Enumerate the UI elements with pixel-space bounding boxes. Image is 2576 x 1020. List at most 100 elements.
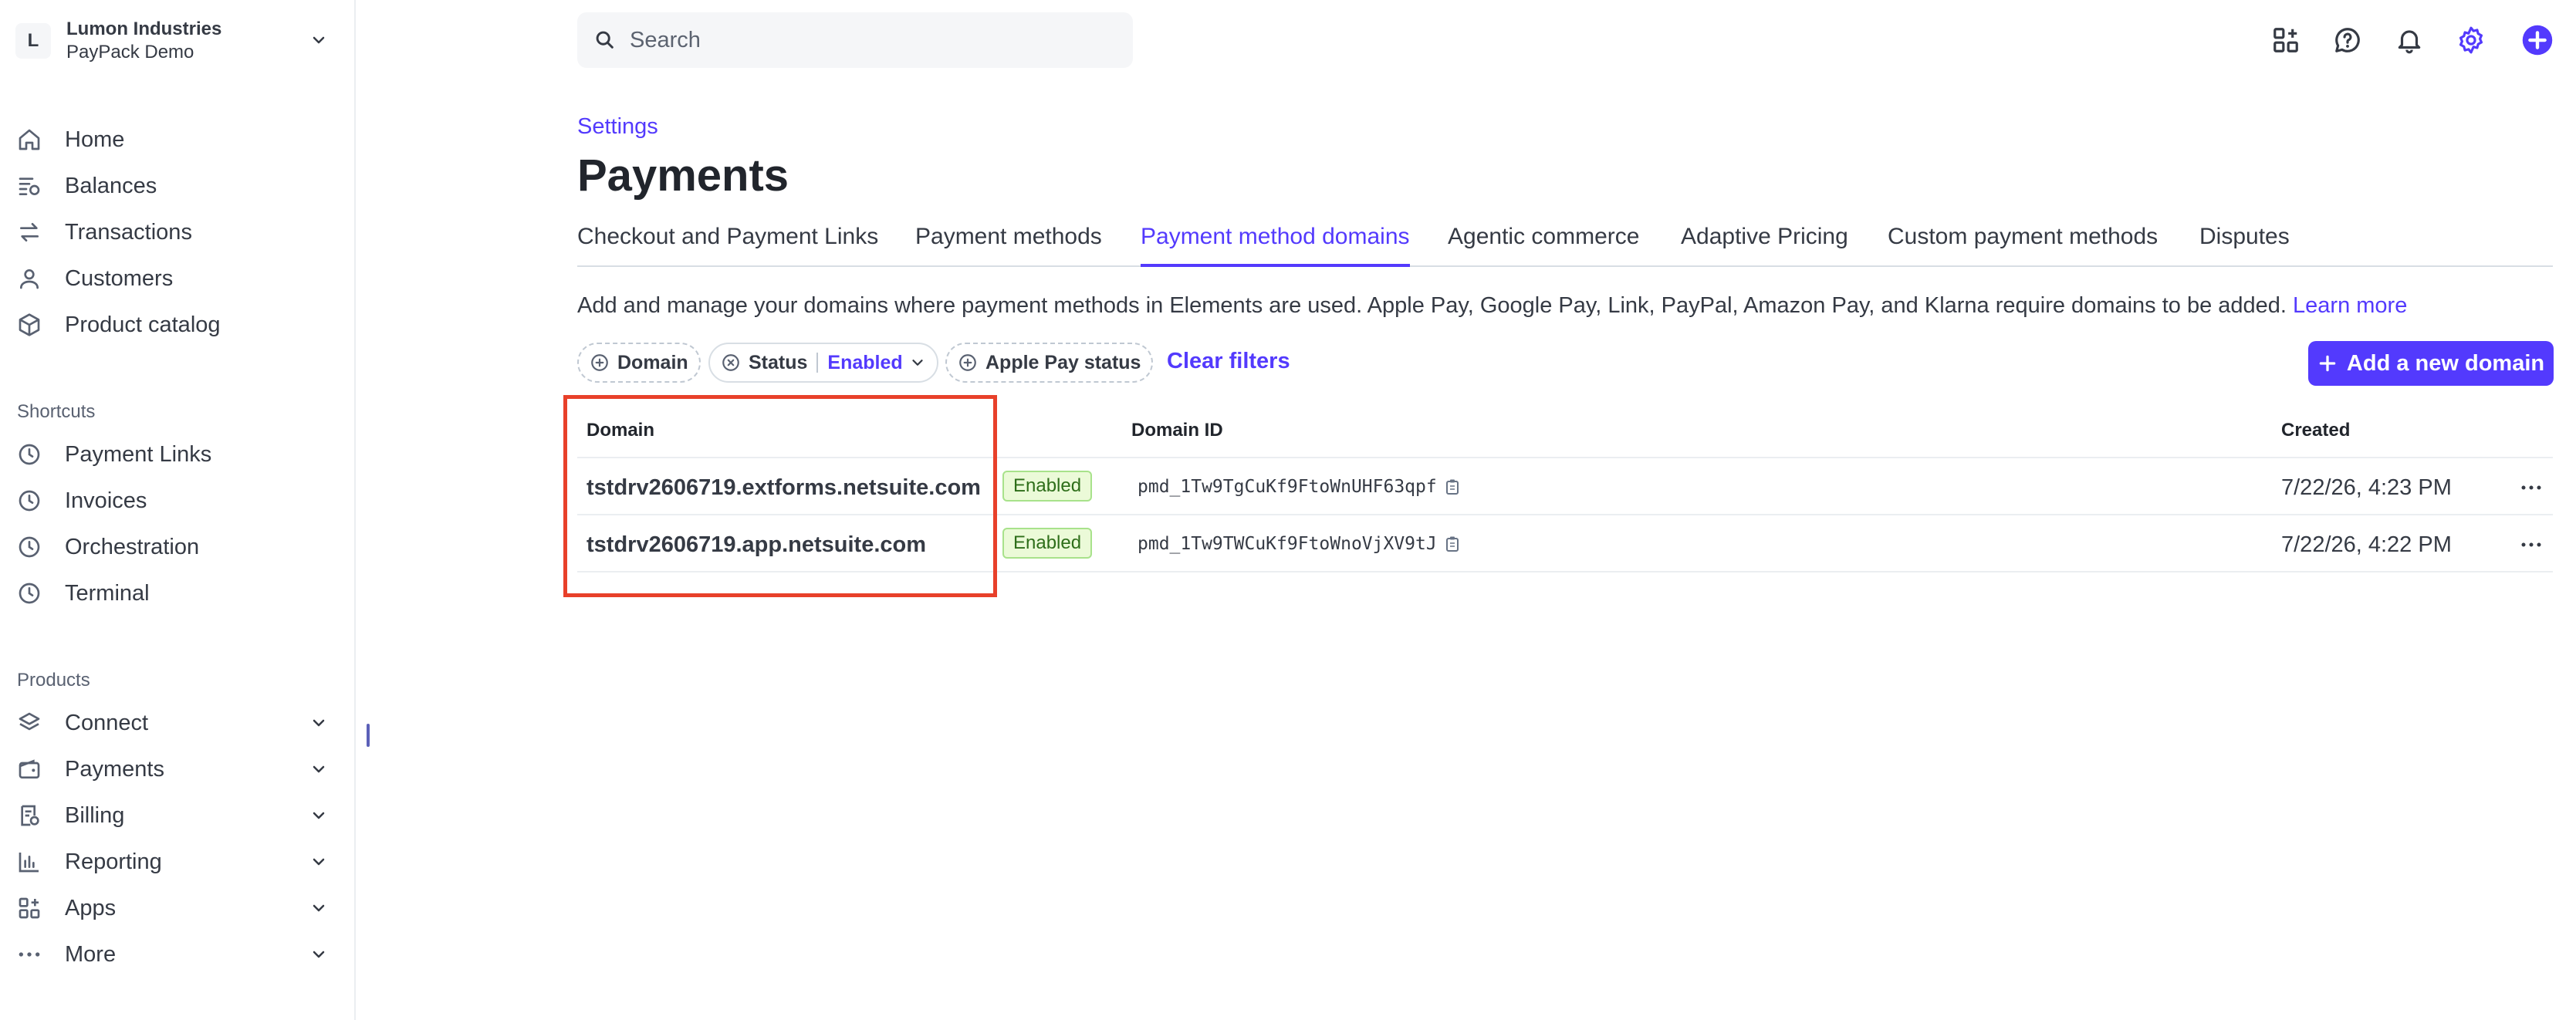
- domain-id-text: pmd_1Tw9TgCuKf9FtoWnUHF63qpf: [1138, 477, 1437, 497]
- domain-filter-label: Domain: [617, 351, 688, 373]
- sidebar-item-more[interactable]: More: [15, 933, 328, 976]
- clock-icon: [15, 579, 43, 607]
- chevron-down-icon: [309, 760, 328, 779]
- search-icon: [594, 29, 616, 51]
- status-filter-value: Enabled: [827, 351, 903, 373]
- domain-cell[interactable]: tstdrv2606719.extforms.netsuite.com: [587, 475, 981, 501]
- status-filter[interactable]: Status Enabled: [708, 343, 938, 383]
- status-badge: Enabled: [1002, 528, 1093, 559]
- products-section-title: Products: [17, 670, 90, 691]
- home-icon: [15, 126, 43, 154]
- apple-pay-filter-label: Apple Pay status: [985, 351, 1141, 373]
- status-badge: Enabled: [1002, 471, 1093, 502]
- created-cell: 7/22/26, 4:23 PM: [2281, 475, 2452, 500]
- tab-disputes[interactable]: Disputes: [2199, 224, 2290, 267]
- clear-filters-button[interactable]: Clear filters: [1167, 349, 1290, 374]
- chevron-down-icon: [309, 899, 328, 917]
- reporting-icon: [15, 848, 43, 876]
- search-bar[interactable]: [577, 12, 1133, 68]
- breadcrumb-settings[interactable]: Settings: [577, 114, 658, 140]
- chevron-down-icon: [309, 945, 328, 964]
- domain-id-cell: pmd_1Tw9TWCuKf9FtoWnoVjXV9tJ: [1138, 534, 1460, 554]
- help-icon[interactable]: [2331, 23, 2365, 57]
- sidebar-item-invoices[interactable]: Invoices: [15, 479, 328, 522]
- row-actions-more-icon[interactable]: [2516, 531, 2547, 559]
- status-filter-label: Status: [749, 351, 808, 373]
- plus-icon: [2317, 353, 2338, 373]
- tab-payment-method-domains[interactable]: Payment method domains: [1141, 224, 1410, 267]
- sidebar-item-payment-links[interactable]: Payment Links: [15, 433, 328, 476]
- wallet-icon: [15, 755, 43, 783]
- sidebar: L Lumon Industries PayPack Demo Home Bal…: [0, 0, 356, 1020]
- sidebar-resize-handle[interactable]: [367, 724, 370, 747]
- balances-icon: [15, 172, 43, 200]
- account-switcher[interactable]: L Lumon Industries PayPack Demo: [15, 17, 328, 65]
- tab-agentic-commerce[interactable]: Agentic commerce: [1448, 224, 1639, 267]
- apps-grid-icon[interactable]: [2269, 23, 2303, 57]
- sidebar-item-payments[interactable]: Payments: [15, 748, 328, 791]
- chevron-down-icon: [309, 31, 328, 49]
- sidebar-item-balances[interactable]: Balances: [15, 164, 328, 208]
- search-input[interactable]: [630, 27, 1093, 53]
- created-cell: 7/22/26, 4:22 PM: [2281, 532, 2452, 557]
- row-actions-more-icon[interactable]: [2516, 474, 2547, 502]
- chevron-down-icon: [309, 853, 328, 871]
- customers-icon: [15, 265, 43, 292]
- sidebar-item-terminal[interactable]: Terminal: [15, 572, 328, 615]
- column-header-domain[interactable]: Domain: [587, 420, 654, 441]
- add-new-domain-button[interactable]: Add a new domain: [2308, 341, 2554, 386]
- domain-cell[interactable]: tstdrv2606719.app.netsuite.com: [587, 532, 926, 558]
- transactions-icon: [15, 218, 43, 246]
- sidebar-item-apps[interactable]: Apps: [15, 887, 328, 930]
- account-avatar: L: [15, 23, 51, 59]
- sidebar-item-orchestration[interactable]: Orchestration: [15, 525, 328, 569]
- page-description: Add and manage your domains where paymen…: [577, 293, 2407, 319]
- clock-icon: [15, 487, 43, 515]
- sidebar-item-home[interactable]: Home: [15, 118, 328, 161]
- page-title: Payments: [577, 150, 789, 201]
- chevron-down-icon: [309, 714, 328, 732]
- copy-icon[interactable]: [1445, 535, 1460, 552]
- sidebar-item-product-catalog[interactable]: Product catalog: [15, 303, 328, 346]
- sidebar-item-connect[interactable]: Connect: [15, 701, 328, 745]
- sidebar-item-customers[interactable]: Customers: [15, 257, 328, 300]
- product-catalog-icon: [15, 311, 43, 339]
- plus-circle-icon[interactable]: [2520, 23, 2554, 57]
- domain-filter[interactable]: Domain: [577, 343, 701, 383]
- more-dots-icon: [15, 941, 43, 968]
- description-text: Add and manage your domains where paymen…: [577, 293, 2294, 318]
- clock-icon: [15, 441, 43, 468]
- table-row[interactable]: tstdrv2606719.app.netsuite.com Enabled p…: [577, 515, 2553, 572]
- shortcuts-section-title: Shortcuts: [17, 401, 96, 422]
- apps-icon: [15, 894, 43, 922]
- column-header-domain-id[interactable]: Domain ID: [1131, 420, 1223, 441]
- table-row[interactable]: tstdrv2606719.extforms.netsuite.com Enab…: [577, 458, 2553, 515]
- domain-id-text: pmd_1Tw9TWCuKf9FtoWnoVjXV9tJ: [1138, 534, 1437, 554]
- tab-checkout-and-payment-links[interactable]: Checkout and Payment Links: [577, 224, 878, 267]
- plus-circle-outline-icon: [958, 353, 978, 373]
- domain-id-cell: pmd_1Tw9TgCuKf9FtoWnUHF63qpf: [1138, 477, 1460, 497]
- tab-custom-payment-methods[interactable]: Custom payment methods: [1888, 224, 2158, 267]
- sidebar-item-billing[interactable]: Billing: [15, 794, 328, 837]
- tab-bar: Checkout and Payment Links Payment metho…: [577, 213, 2553, 267]
- plus-circle-outline-icon: [590, 353, 610, 373]
- chevron-down-icon: [309, 806, 328, 825]
- connect-icon: [15, 709, 43, 737]
- apple-pay-status-filter[interactable]: Apple Pay status: [945, 343, 1154, 383]
- column-header-created[interactable]: Created: [2281, 420, 2350, 441]
- billing-icon: [15, 802, 43, 829]
- account-name: Lumon Industries: [66, 19, 222, 39]
- copy-icon[interactable]: [1445, 478, 1460, 495]
- tab-payment-methods[interactable]: Payment methods: [915, 224, 1102, 267]
- tab-adaptive-pricing[interactable]: Adaptive Pricing: [1681, 224, 1848, 267]
- learn-more-link[interactable]: Learn more: [2293, 293, 2407, 318]
- sidebar-item-transactions[interactable]: Transactions: [15, 211, 328, 254]
- sidebar-item-reporting[interactable]: Reporting: [15, 840, 328, 883]
- clock-icon: [15, 533, 43, 561]
- remove-filter-icon[interactable]: [721, 353, 741, 373]
- account-subtitle: PayPack Demo: [66, 42, 194, 62]
- gear-icon[interactable]: [2454, 23, 2488, 57]
- add-new-domain-label: Add a new domain: [2346, 350, 2545, 376]
- chevron-down-icon: [909, 354, 926, 371]
- bell-icon[interactable]: [2392, 23, 2426, 57]
